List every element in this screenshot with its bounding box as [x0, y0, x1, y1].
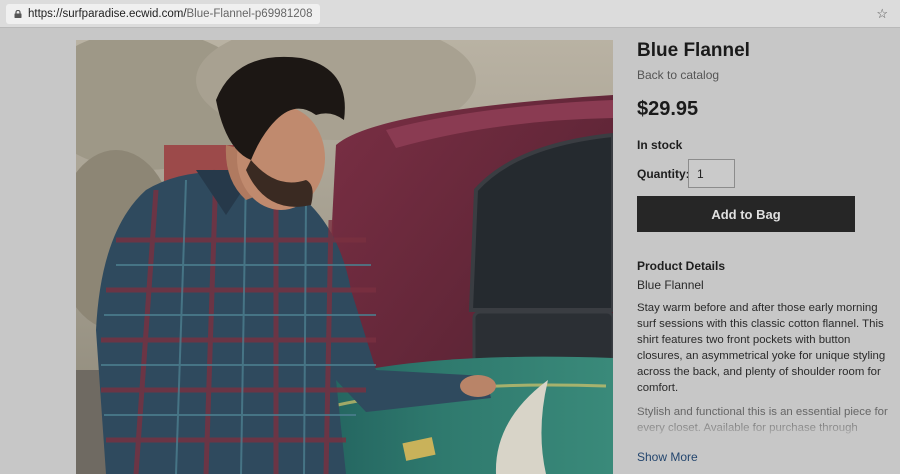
address-bar[interactable]: https://surfparadise.ecwid.com/Blue-Flan… — [6, 4, 321, 24]
quantity-input[interactable] — [688, 159, 735, 188]
product-image[interactable] — [76, 40, 613, 474]
product-details-panel: Blue Flannel Back to catalog $29.95 In s… — [637, 40, 900, 464]
product-price: $29.95 — [637, 98, 699, 120]
description-fade — [637, 418, 900, 440]
product-photo-illustration — [76, 40, 613, 474]
show-more-link[interactable]: Show More — [637, 450, 698, 464]
add-to-bag-button[interactable]: Add to Bag — [637, 196, 855, 232]
lock-icon — [14, 10, 22, 18]
bookmark-star-icon[interactable]: ☆ — [876, 6, 888, 22]
product-details-heading: Product Details — [637, 259, 726, 273]
quantity-label: Quantity: — [637, 167, 690, 181]
url-path: Blue-Flannel-p69981208 — [186, 8, 313, 20]
url-protocol: https://surfparadise.ecwid.com/ — [28, 8, 187, 20]
product-details-name: Blue Flannel — [637, 278, 704, 292]
product-title: Blue Flannel — [637, 40, 750, 61]
browser-toolbar: https://surfparadise.ecwid.com/Blue-Flan… — [0, 0, 900, 28]
stock-status: In stock — [637, 138, 683, 152]
product-description: Stay warm before and after those early m… — [637, 302, 886, 394]
back-to-catalog-link[interactable]: Back to catalog — [637, 68, 719, 82]
